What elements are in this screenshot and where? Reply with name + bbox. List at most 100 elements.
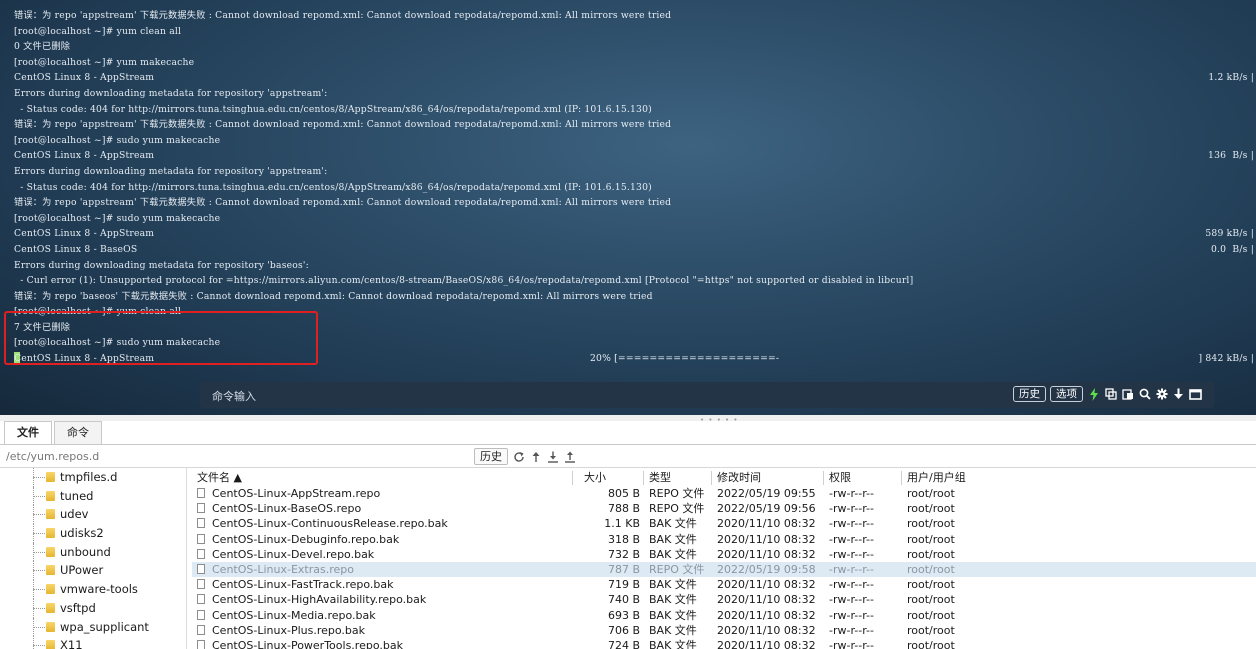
terminal-line: CentOS Linux 8 - BaseOS 0.0 B/s | bbox=[14, 242, 1256, 258]
terminal-line: [root@localhost ~]# yum clean all bbox=[14, 24, 1256, 40]
col-divider[interactable] bbox=[572, 471, 573, 485]
terminal-line: CentOS Linux 8 - AppStream 1.2 kB/s | bbox=[14, 70, 1256, 86]
path-input[interactable]: /etc/yum.repos.d bbox=[6, 450, 99, 463]
search-icon[interactable] bbox=[1138, 386, 1151, 402]
history-button[interactable]: 历史 bbox=[1013, 386, 1046, 402]
tree-item[interactable]: tuned bbox=[0, 486, 186, 506]
file-size: 1.1 KB bbox=[604, 517, 640, 531]
terminal-line-text: [root@localhost ~]# yum clean all bbox=[14, 25, 182, 37]
terminal-line: [root@localhost ~]# sudo yum makecache bbox=[14, 211, 1256, 227]
file-name: CentOS-Linux-Media.repo.bak bbox=[212, 608, 376, 622]
tree-item[interactable]: udisks2 bbox=[0, 524, 186, 543]
col-divider[interactable] bbox=[823, 471, 824, 485]
options-button[interactable]: 选项 bbox=[1050, 386, 1083, 402]
tabs-divider bbox=[0, 444, 1256, 445]
file-size: 732 B bbox=[607, 547, 640, 561]
terminal-line: 错误：为 repo 'appstream' 下载元数据失败 : Cannot d… bbox=[14, 195, 1256, 211]
paste-icon[interactable] bbox=[1121, 386, 1134, 402]
tree-guide-line bbox=[33, 477, 45, 478]
table-row[interactable]: CentOS-Linux-Debuginfo.repo.bak 318 B BAK … bbox=[192, 532, 1256, 547]
folder-icon bbox=[46, 490, 55, 501]
tree-item[interactable]: vsftpd bbox=[0, 598, 186, 618]
lightning-icon[interactable] bbox=[1087, 386, 1100, 402]
terminal-line-text: - Status code: 404 for http://mirrors.tu… bbox=[14, 181, 652, 193]
table-row[interactable]: CentOS-Linux-ContinuousRelease.repo.bak 1… bbox=[192, 516, 1256, 531]
terminal-line-text: 错误：为 repo 'baseos' 下载元数据失败 : Cannot down… bbox=[14, 290, 653, 302]
table-row[interactable]: CentOS-Linux-FastTrack.repo.bak 719 B BAK … bbox=[192, 577, 1256, 592]
refresh-icon[interactable] bbox=[512, 449, 525, 465]
tree-item[interactable]: UPower bbox=[0, 561, 186, 581]
file-icon bbox=[197, 594, 205, 605]
copy-icon[interactable] bbox=[1104, 386, 1117, 402]
table-row[interactable]: CentOS-Linux-Extras.repo 787 B REPO 文件 2022… bbox=[192, 561, 1256, 578]
table-row[interactable]: CentOS-Linux-PowerTools.repo.bak 724 B BAK… bbox=[192, 638, 1256, 649]
file-permissions: -rw-r--r-- bbox=[829, 562, 874, 576]
file-type: BAK 文件 bbox=[649, 623, 697, 637]
col-size-header[interactable]: 大小 bbox=[584, 470, 606, 486]
col-perm-header[interactable]: 权限 bbox=[829, 470, 851, 486]
path-history-button[interactable]: 历史 bbox=[474, 448, 508, 465]
tab-files[interactable]: 文件 bbox=[4, 421, 52, 445]
upload-icon[interactable] bbox=[563, 449, 576, 465]
col-owner-header[interactable]: 用户/用户组 bbox=[907, 470, 966, 486]
download-arrow-icon[interactable] bbox=[1172, 386, 1185, 402]
col-divider[interactable] bbox=[901, 471, 902, 485]
col-divider[interactable] bbox=[711, 471, 712, 485]
col-type-header[interactable]: 类型 bbox=[649, 470, 671, 486]
splitter-grip-icon[interactable]: • • • • • bbox=[700, 416, 739, 424]
file-rows: CentOS-Linux-AppStream.repo 805 B REPO 文件 2… bbox=[192, 486, 1256, 649]
download-icon[interactable] bbox=[546, 449, 559, 465]
table-row[interactable]: CentOS-Linux-BaseOS.repo 788 B REPO 文件 2022… bbox=[192, 501, 1256, 516]
file-table-header: 文件名 ▲ 大小 类型 修改时间 权限 用户/用户组 bbox=[192, 470, 1256, 486]
window-icon[interactable] bbox=[1189, 386, 1202, 402]
tree-item[interactable]: X11 bbox=[0, 636, 186, 649]
col-mtime-header[interactable]: 修改时间 bbox=[717, 470, 761, 486]
terminal-line: 错误：为 repo 'appstream' 下载元数据失败 : Cannot d… bbox=[14, 8, 1256, 24]
tree-item-label: vsftpd bbox=[60, 600, 96, 615]
file-mtime: 2020/11/10 08:32 bbox=[717, 532, 816, 546]
gear-icon[interactable] bbox=[1155, 386, 1168, 402]
tree-item-label: udev bbox=[60, 507, 89, 522]
terminal-line-text: [root@localhost ~]# sudo yum makecache bbox=[14, 134, 221, 146]
file-mtime: 2020/11/10 08:32 bbox=[717, 608, 816, 622]
command-input-bar[interactable]: 命令输入 历史 选项 bbox=[200, 382, 1214, 408]
tree-item-label: tuned bbox=[60, 488, 94, 503]
terminal-output[interactable]: 错误：为 repo 'appstream' 下载元数据失败 : Cannot d… bbox=[0, 0, 1256, 415]
file-type: BAK 文件 bbox=[649, 608, 697, 622]
tree-item-label: udisks2 bbox=[60, 526, 104, 541]
table-row[interactable]: CentOS-Linux-Media.repo.bak 693 B BAK 文件 20… bbox=[192, 608, 1256, 623]
tree-guide-line bbox=[33, 645, 45, 647]
tree-item[interactable]: udev bbox=[0, 505, 186, 525]
transfer-speed: 0.0 B/s | bbox=[1210, 243, 1254, 255]
command-input-placeholder[interactable]: 命令输入 bbox=[212, 388, 256, 404]
terminal-line: 错误：为 repo 'appstream' 下载元数据失败 : Cannot d… bbox=[14, 117, 1256, 133]
tree-guide-line bbox=[33, 551, 45, 553]
table-row[interactable]: CentOS-Linux-HighAvailability.repo.bak 74… bbox=[192, 592, 1256, 607]
terminal-line-text: - Status code: 404 for http://mirrors.tu… bbox=[14, 103, 652, 115]
terminal-line: 错误：为 repo 'baseos' 下载元数据失败 : Cannot down… bbox=[14, 289, 1256, 305]
table-row[interactable]: CentOS-Linux-AppStream.repo 805 B REPO 文件 2… bbox=[192, 486, 1256, 501]
file-name: CentOS-Linux-Plus.repo.bak bbox=[212, 623, 365, 637]
tree-guide-line bbox=[33, 570, 45, 572]
table-row[interactable]: CentOS-Linux-Devel.repo.bak 732 B BAK 文件 20… bbox=[192, 547, 1256, 562]
terminal-line-text: CentOS Linux 8 - AppStream bbox=[14, 150, 155, 162]
up-dir-icon[interactable] bbox=[529, 449, 542, 465]
tree-item-label: UPower bbox=[60, 563, 104, 578]
col-name-header[interactable]: 文件名 ▲ bbox=[197, 470, 242, 486]
tree-item[interactable]: tmpfiles.d bbox=[0, 468, 186, 487]
file-size: 805 B bbox=[607, 487, 640, 500]
directory-tree[interactable]: tmpfiles.d tuned udev udisks2 unbound UPower v… bbox=[0, 468, 187, 649]
tree-item[interactable]: wpa_supplicant bbox=[0, 617, 186, 637]
tree-item[interactable]: unbound bbox=[0, 542, 186, 562]
panel-splitter[interactable]: • • • • • bbox=[0, 415, 1256, 424]
file-name: CentOS-Linux-ContinuousRelease.repo.bak bbox=[212, 517, 448, 531]
tree-item[interactable]: vmware-tools bbox=[0, 580, 186, 599]
file-size: 788 B bbox=[607, 502, 640, 516]
file-mtime: 2020/11/10 08:32 bbox=[717, 593, 816, 607]
table-row[interactable]: CentOS-Linux-Plus.repo.bak 706 B BAK 文件 202… bbox=[192, 623, 1256, 638]
tree-item-label: vmware-tools bbox=[60, 582, 138, 597]
file-size: 693 B bbox=[607, 608, 640, 622]
tab-commands[interactable]: 命令 bbox=[54, 421, 102, 444]
col-divider[interactable] bbox=[643, 471, 644, 485]
tree-item-label: tmpfiles.d bbox=[60, 470, 118, 484]
